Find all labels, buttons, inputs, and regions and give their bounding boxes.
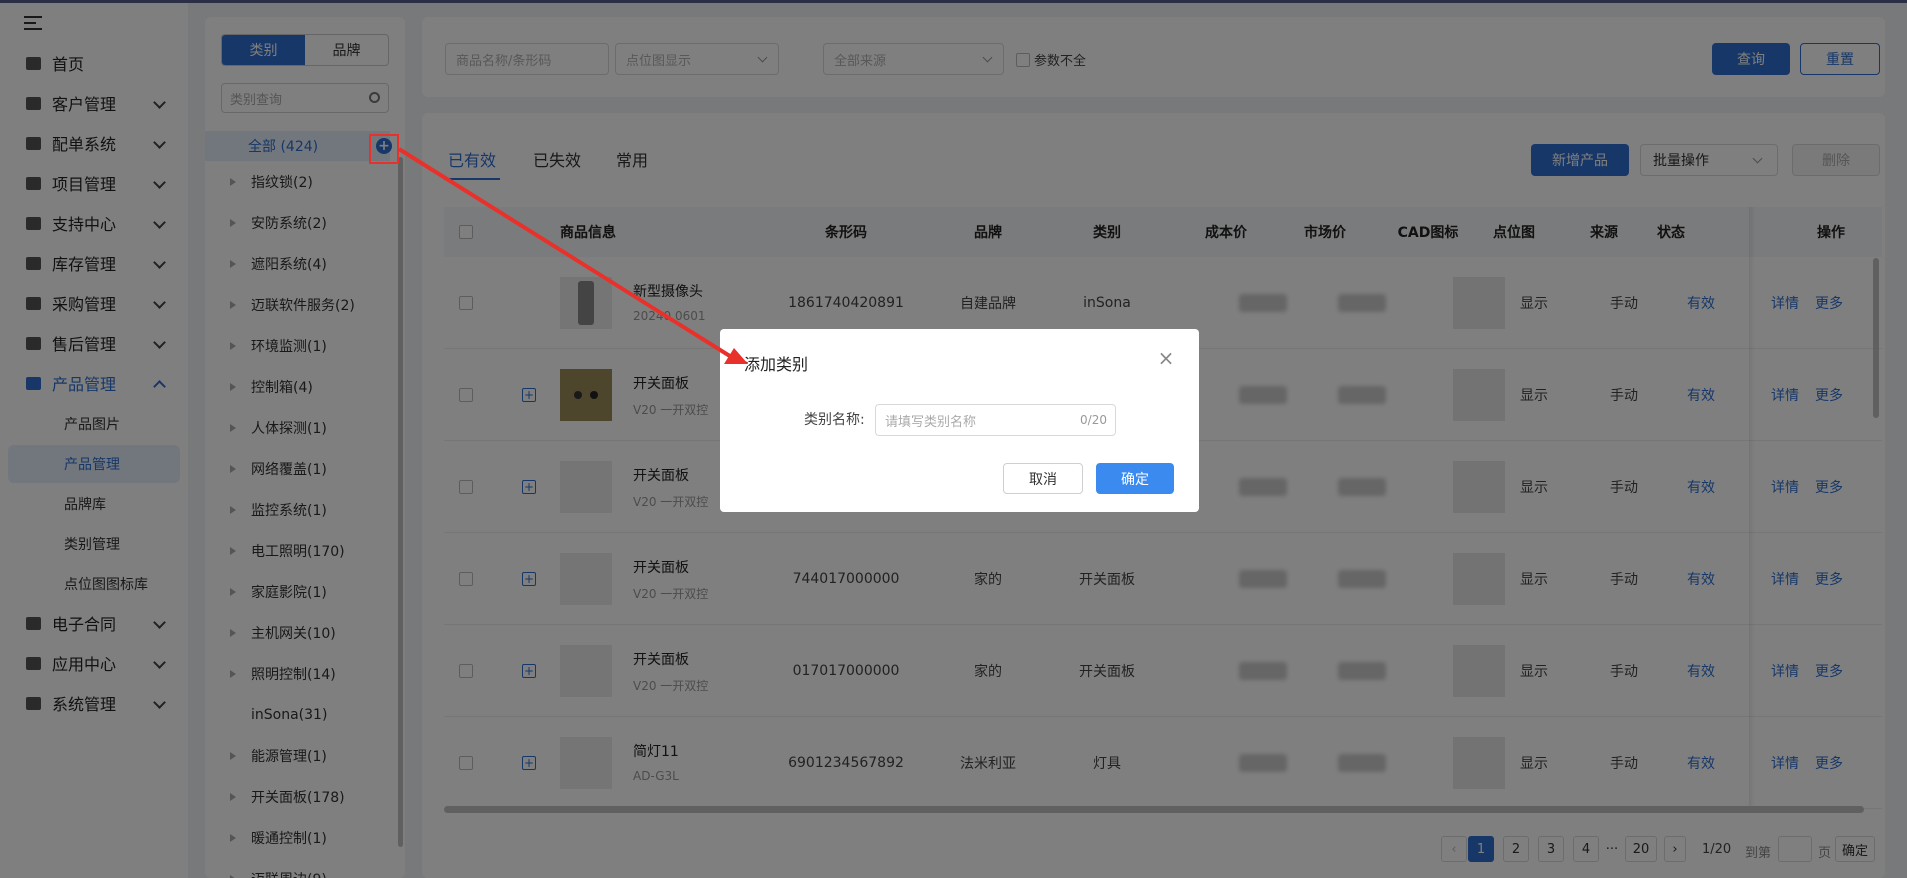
dialog-title: 添加类别	[744, 355, 809, 374]
category-name-input[interactable]: 请填写类别名称 0/20	[875, 404, 1116, 436]
add-category-dialog: 添加类别 × 类别名称: 请填写类别名称 0/20 取消 确定	[720, 329, 1199, 512]
category-name-label: 类别名称:	[804, 412, 865, 428]
char-counter: 0/20	[1080, 413, 1107, 427]
close-icon[interactable]: ×	[1157, 348, 1175, 368]
annotation-highlight-box	[369, 134, 399, 164]
cancel-button[interactable]: 取消	[1003, 463, 1083, 494]
confirm-button[interactable]: 确定	[1096, 463, 1174, 494]
